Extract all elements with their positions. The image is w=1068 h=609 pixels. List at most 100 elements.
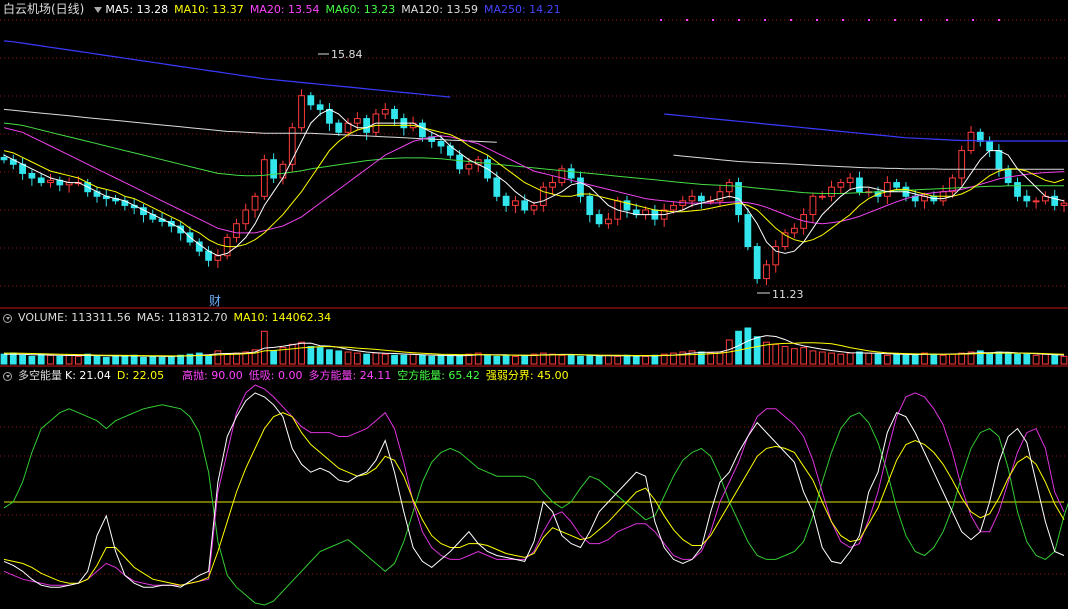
d-line <box>3 412 1065 586</box>
volume-bar <box>446 355 454 365</box>
candle-body <box>37 177 45 184</box>
candle-body <box>809 195 817 216</box>
candle-body <box>837 182 845 188</box>
volume-bar <box>400 354 408 365</box>
marker-dot <box>686 19 688 21</box>
ma10-line <box>3 124 1065 248</box>
volume-bar <box>623 354 631 365</box>
volume-bar <box>1051 354 1059 365</box>
marker-dot <box>920 19 922 21</box>
volume-bar <box>140 356 147 365</box>
candle-body <box>214 255 222 261</box>
volume-bar <box>1042 353 1049 365</box>
volume-bar <box>456 354 463 365</box>
energy-bear-label: 空方能量: 65.42 <box>397 369 480 382</box>
marker-dot <box>660 19 662 21</box>
volume-bar <box>93 354 101 365</box>
low-price-label: 11.23 <box>772 288 804 301</box>
candle-body <box>818 195 826 198</box>
volume-bar <box>707 352 715 365</box>
candle-body <box>47 179 54 184</box>
volume-bar <box>214 350 222 365</box>
ma20-line <box>3 127 1065 234</box>
volume-bar <box>307 346 315 365</box>
annotations: 15.84 11.23 财 <box>209 48 804 308</box>
volume-bar <box>558 354 566 365</box>
candle-body <box>456 154 463 170</box>
volume-bar <box>939 354 947 365</box>
volume-toggle-icon[interactable] <box>3 313 12 323</box>
price-ma-toggle-icon[interactable] <box>94 6 103 13</box>
candle-body <box>1014 182 1021 197</box>
volume-bar <box>883 354 891 365</box>
volume-bar <box>37 353 45 365</box>
candle-body <box>335 122 343 133</box>
volume-bar <box>0 353 8 365</box>
volume-bar <box>744 327 752 365</box>
candle-body <box>242 209 250 225</box>
volume-bar <box>502 354 510 365</box>
stock-title: 白云机场(日线) <box>3 2 85 16</box>
energy-name: 多空能量 <box>18 369 62 382</box>
candle-body <box>1004 168 1012 184</box>
marker-dot <box>868 19 870 21</box>
candle-body <box>642 209 649 216</box>
candle-body <box>846 177 854 184</box>
volume-bar <box>437 354 445 365</box>
candle-body <box>512 200 519 206</box>
volume-label: VOLUME: 113311.56 <box>18 311 131 324</box>
finance-badge[interactable]: 财 <box>209 294 221 308</box>
volume-bar <box>381 353 389 365</box>
volume-bar <box>28 355 36 365</box>
volume-bar <box>130 354 138 365</box>
volume-bar <box>316 347 324 365</box>
candle-body <box>419 122 426 138</box>
volume-bar <box>270 350 278 365</box>
candle-body <box>1032 200 1040 203</box>
candle-body <box>465 163 473 170</box>
volume-bar <box>893 353 901 365</box>
volume-plot <box>0 327 1068 365</box>
volume-bar <box>344 351 352 365</box>
candle-body <box>502 195 510 206</box>
candle-body <box>363 118 371 133</box>
candle-body <box>586 195 594 216</box>
ma10-label: MA10: 13.37 <box>174 3 244 16</box>
marker-dot <box>894 19 896 21</box>
volume-bar <box>56 355 64 365</box>
candle-body <box>353 118 361 124</box>
volume-bar <box>865 352 873 365</box>
candle-body <box>381 108 389 115</box>
candle-body <box>893 182 901 188</box>
volume-bar <box>205 354 212 365</box>
ma250-label: MA250: 14.21 <box>483 3 561 16</box>
candle-body <box>567 168 575 179</box>
candle-body <box>298 95 305 129</box>
candle-body <box>1023 195 1031 202</box>
volume-bar <box>409 353 417 365</box>
volume-bar <box>391 354 398 365</box>
candle-body <box>856 177 863 193</box>
stock-chart: 15.84 11.23 财 <box>0 19 1068 606</box>
marker-dot <box>738 19 740 21</box>
volume-bar <box>158 356 166 365</box>
volume-bar <box>911 353 919 365</box>
candle-body <box>251 195 259 211</box>
marker-dot <box>842 19 844 21</box>
volume-bar <box>995 351 1003 365</box>
price-plot <box>0 40 1068 285</box>
volume-bar <box>902 354 910 365</box>
energy-toggle-icon[interactable] <box>3 371 12 381</box>
candle-body <box>1060 202 1068 206</box>
volume-bar <box>818 351 826 365</box>
volume-bar <box>567 354 575 365</box>
volume-bar <box>512 355 519 365</box>
volume-bar <box>75 355 82 365</box>
candle-body <box>828 186 835 197</box>
volume-bar <box>326 349 333 365</box>
volume-bar <box>735 330 742 365</box>
candle-body <box>958 150 966 179</box>
ma120-label: MA120: 13.59 <box>401 3 478 16</box>
ma250-line <box>3 40 1068 142</box>
candle-body <box>744 214 752 248</box>
